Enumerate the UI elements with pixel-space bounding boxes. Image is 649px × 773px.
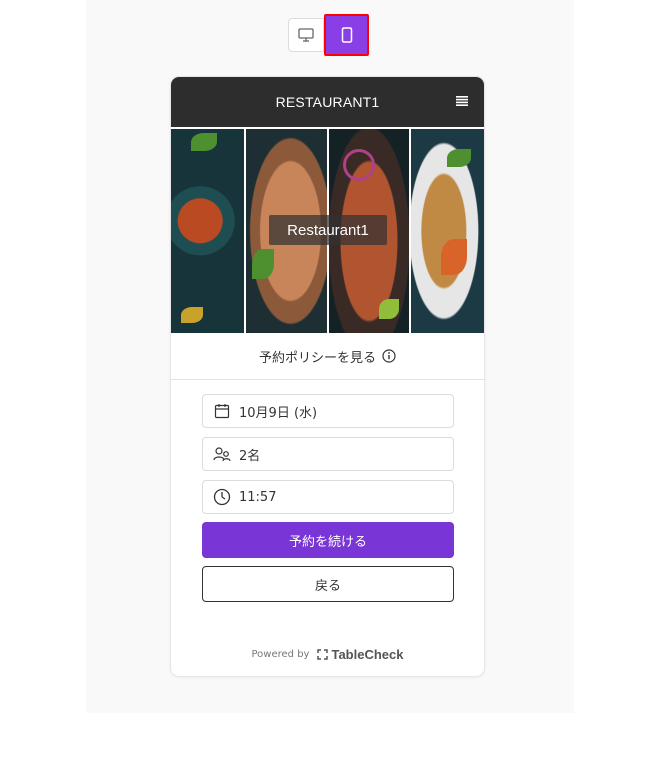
- monitor-icon: [298, 28, 314, 42]
- info-icon: [382, 349, 396, 363]
- party-size-field[interactable]: 2名: [202, 437, 454, 471]
- food-photo-soup: [171, 129, 244, 333]
- reservation-policy-link[interactable]: 予約ポリシーを見る: [171, 333, 484, 380]
- tablecheck-logo-icon: [317, 649, 329, 660]
- powered-by-text: Powered by: [251, 649, 310, 660]
- date-field[interactable]: 10月9日 (水): [202, 394, 454, 428]
- calendar-icon: [213, 402, 231, 420]
- continue-reservation-button[interactable]: 予約を続ける: [202, 522, 454, 558]
- hero-image: Restaurant1: [171, 129, 484, 333]
- food-photo-fish-plate: [411, 129, 484, 333]
- booking-widget-card: RESTAURANT1 Restaurant1 予約ポリシーを見る 10月9日 …: [171, 77, 484, 676]
- party-size-value: 2名: [239, 448, 261, 464]
- mobile-view-button[interactable]: [324, 14, 369, 56]
- tablecheck-brand: TableCheck: [331, 647, 404, 662]
- smartphone-icon: [341, 27, 352, 43]
- hero-title: Restaurant1: [269, 215, 387, 245]
- booking-form: 10月9日 (水) 2名 11:57 予約を続ける 戻る: [171, 380, 484, 602]
- policy-label: 予約ポリシーを見る: [258, 350, 376, 366]
- restaurant-brand: RESTAURANT1: [275, 94, 380, 110]
- desktop-view-button[interactable]: [288, 18, 324, 52]
- clock-icon: [213, 488, 231, 506]
- hamburger-menu-icon[interactable]: [456, 96, 468, 106]
- back-button[interactable]: 戻る: [202, 566, 454, 602]
- time-field[interactable]: 11:57: [202, 480, 454, 514]
- view-toggle: [288, 14, 369, 56]
- date-value: 10月9日 (水): [239, 405, 318, 421]
- tablecheck-logo[interactable]: TableCheck: [317, 647, 403, 662]
- people-icon: [213, 445, 231, 463]
- header-bar: RESTAURANT1: [171, 77, 484, 127]
- time-value: 11:57: [239, 489, 277, 505]
- powered-by-footer: Powered by TableCheck: [171, 647, 484, 662]
